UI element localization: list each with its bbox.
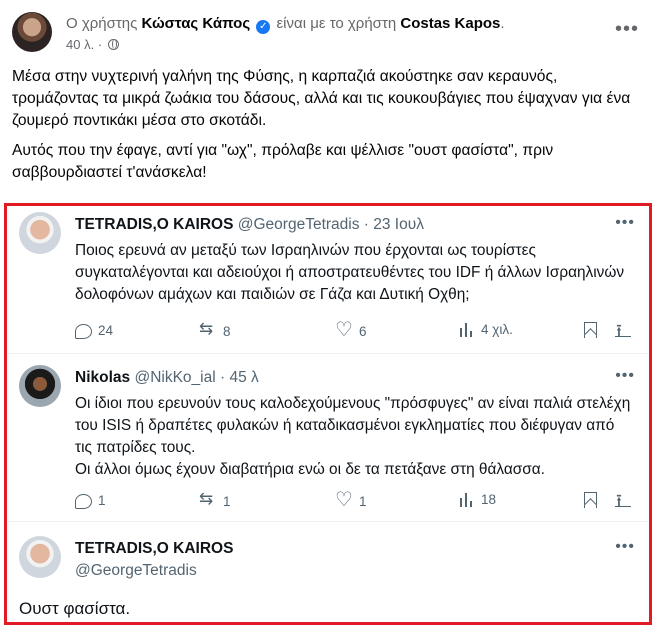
handle: @GeorgeTetradis bbox=[75, 562, 197, 579]
tweet: TETRADIS,O KAIROS @GeorgeTetradis ••• bbox=[19, 536, 635, 586]
heart-icon bbox=[335, 317, 353, 342]
reply-action: 1 bbox=[75, 492, 106, 509]
more-icon: ••• bbox=[615, 538, 635, 555]
handle: @GeorgeTetradis bbox=[237, 216, 360, 233]
views-icon bbox=[459, 322, 475, 337]
avatar bbox=[19, 536, 61, 578]
divider bbox=[7, 353, 649, 354]
bookmark-action bbox=[584, 322, 597, 338]
reply-action: 24 bbox=[75, 322, 113, 339]
views-action: 4 χιλ. bbox=[459, 322, 513, 337]
with-text: είναι με το χρήστη bbox=[276, 15, 397, 32]
reply-icon bbox=[75, 494, 92, 509]
tweet-text: Ποιος ερευνά αν μεταξύ των Ισραηλινών πο… bbox=[75, 242, 625, 303]
share-icon bbox=[615, 318, 631, 347]
handle: @NikKo_ial bbox=[134, 369, 216, 386]
reply-icon bbox=[75, 324, 92, 339]
public-globe-icon bbox=[107, 39, 119, 50]
retweet-action: 8 bbox=[199, 319, 231, 340]
retweet-count: 8 bbox=[223, 323, 231, 339]
bookmark-icon bbox=[584, 322, 597, 338]
views-action: 18 bbox=[459, 492, 496, 507]
post-header: Ο χρήστης Κώστας Κάπος ✓ είναι με το χρή… bbox=[12, 10, 643, 58]
more-options-icon[interactable]: ••• bbox=[615, 18, 639, 41]
tweet-handle-line: @GeorgeTetradis bbox=[75, 562, 197, 580]
display-name: TETRADIS,O KAIROS bbox=[75, 540, 234, 557]
retweet-count: 1 bbox=[223, 493, 231, 509]
verified-badge-icon: ✓ bbox=[256, 20, 271, 34]
views-count: 18 bbox=[481, 492, 497, 507]
author-prefix: Ο χρήστης bbox=[66, 15, 138, 32]
more-icon: ••• bbox=[615, 367, 635, 384]
timestamp: · 23 Ιουλ bbox=[363, 216, 424, 233]
post-author-line: Ο χρήστης Κώστας Κάπος ✓ είναι με το χρή… bbox=[66, 15, 505, 34]
tweet-author: TETRADIS,O KAIROS bbox=[75, 540, 233, 558]
tagged-user-link[interactable]: Costas Kapos bbox=[400, 15, 500, 32]
retweet-icon bbox=[199, 489, 217, 510]
share-action bbox=[615, 488, 631, 517]
tweet: Nikolas @NikKo_ial · 45 λ ••• Οι ίδιοι π… bbox=[19, 365, 635, 517]
tweet-actions: 1 1 1 18 bbox=[75, 487, 631, 517]
author-avatar[interactable] bbox=[12, 12, 52, 52]
retweet-icon bbox=[199, 319, 217, 340]
tweet-author: TETRADIS,O KAIROS @GeorgeTetradis · 23 Ι… bbox=[75, 216, 424, 234]
heart-icon bbox=[335, 487, 353, 512]
more-icon: ••• bbox=[615, 214, 635, 231]
bookmark-icon bbox=[584, 492, 597, 508]
embedded-tweets-image[interactable]: TETRADIS,O KAIROS @GeorgeTetradis · 23 Ι… bbox=[4, 203, 652, 625]
reply-count: 24 bbox=[98, 323, 114, 338]
like-action: 6 bbox=[335, 317, 367, 342]
tweet-text: Οι ίδιοι που ερευνούν τους καλοδεχούμενο… bbox=[75, 395, 631, 478]
display-name: TETRADIS,O KAIROS bbox=[75, 216, 234, 233]
tweet-text: Ουστ φασίστα. bbox=[19, 599, 131, 618]
views-count: 4 χιλ. bbox=[481, 322, 513, 337]
views-icon bbox=[459, 492, 475, 507]
display-name: Nikolas bbox=[75, 369, 131, 386]
post-paragraph: Μέσα στην νυχτερινή γαλήνη της Φύσης, η … bbox=[12, 68, 631, 129]
post-body: Μέσα στην νυχτερινή γαλήνη της Φύσης, η … bbox=[12, 66, 637, 192]
post-paragraph: Αυτός που την έφαγε, αντί για "ωχ", πρόλ… bbox=[12, 142, 554, 181]
like-count: 1 bbox=[359, 493, 367, 509]
author-name-link[interactable]: Κώστας Κάπος bbox=[142, 15, 251, 32]
reply-count: 1 bbox=[98, 493, 106, 508]
retweet-action: 1 bbox=[199, 489, 231, 510]
avatar bbox=[19, 365, 61, 407]
share-icon bbox=[615, 488, 631, 517]
like-count: 6 bbox=[359, 323, 367, 339]
post-meta: 40 λ. · bbox=[66, 37, 119, 52]
timestamp: · 45 λ bbox=[219, 369, 259, 386]
tweet-author: Nikolas @NikKo_ial · 45 λ bbox=[75, 369, 259, 387]
share-action bbox=[615, 318, 631, 347]
post-time[interactable]: 40 λ. bbox=[66, 37, 94, 52]
like-action: 1 bbox=[335, 487, 367, 512]
avatar bbox=[19, 212, 61, 254]
bookmark-action bbox=[584, 492, 597, 508]
divider bbox=[7, 521, 649, 522]
tweet: TETRADIS,O KAIROS @GeorgeTetradis · 23 Ι… bbox=[19, 212, 635, 347]
tweet-actions: 24 8 6 4 χιλ. bbox=[75, 317, 631, 347]
